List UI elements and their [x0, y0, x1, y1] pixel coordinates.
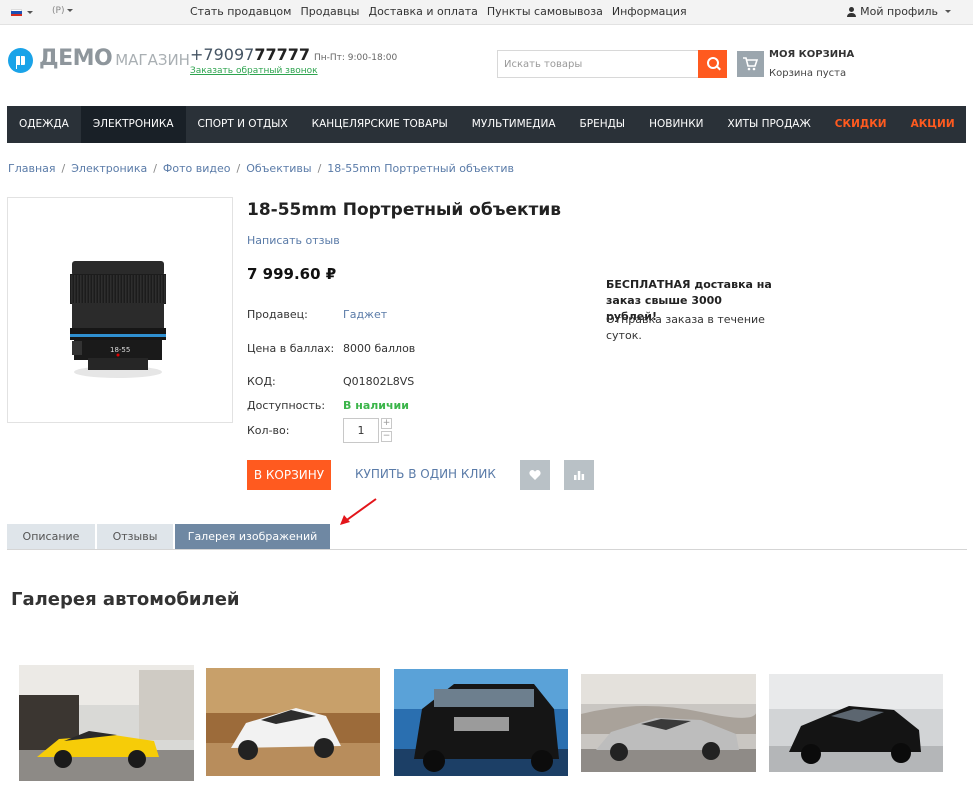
breadcrumb: Главная / Электроника / Фото видео / Объективы… — [8, 162, 514, 175]
logo[interactable]: ДЕМО МАГАЗИН — [39, 46, 190, 71]
phone-bold: 77777 — [254, 45, 310, 64]
top-link-pickup-points[interactable]: Пункты самовывоза — [487, 5, 603, 18]
profile-chevron-down-icon — [945, 10, 951, 13]
cart-title[interactable]: МОЯ КОРЗИНА — [769, 49, 854, 60]
bar-chart-icon — [574, 471, 585, 480]
breadcrumb-lenses[interactable]: Объективы — [246, 162, 311, 175]
product-price: 7 999.60 ₽ — [247, 265, 337, 283]
gallery-image-bmw-white[interactable] — [206, 668, 380, 776]
user-icon — [847, 6, 857, 17]
wishlist-button[interactable] — [520, 460, 550, 490]
points-label: Цена в баллах: — [247, 342, 335, 355]
nav-item-multimedia[interactable]: МУЛЬТИМЕДИА — [460, 106, 568, 143]
white-bmw-image — [206, 668, 380, 776]
lens-image: 18-55 — [70, 261, 166, 378]
top-bar: (Р) Стать продавцом Продавцы Доставка и … — [0, 0, 973, 25]
delivery-note: Отправка заказа в течение суток. — [606, 313, 765, 342]
breadcrumb-current[interactable]: 18-55mm Портретный объектив — [327, 162, 514, 175]
breadcrumb-home[interactable]: Главная — [8, 162, 56, 175]
product-title: 18-55mm Портретный объектив — [247, 200, 562, 220]
tab-reviews[interactable]: Отзывы — [97, 524, 173, 550]
phone-prefix: +79097 — [190, 45, 255, 64]
quantity-input[interactable]: 1 — [343, 418, 379, 443]
compare-button[interactable] — [564, 460, 594, 490]
cart-status: Корзина пуста — [769, 68, 847, 79]
nav-item-bestsellers[interactable]: ХИТЫ ПРОДАЖ — [716, 106, 823, 143]
logo-icon[interactable] — [8, 48, 33, 73]
breadcrumb-separator: / — [236, 162, 241, 175]
top-link-info[interactable]: Информация — [612, 5, 687, 18]
seller-link[interactable]: Гаджет — [343, 308, 387, 321]
logo-sub: МАГАЗИН — [115, 51, 190, 69]
breadcrumb-electronics[interactable]: Электроника — [71, 162, 147, 175]
profile-menu[interactable]: Мой профиль — [847, 5, 951, 18]
tabs-divider — [7, 549, 967, 550]
seller-label: Продавец: — [247, 308, 308, 321]
gallery-image-audi[interactable] — [581, 674, 756, 772]
search-input[interactable] — [498, 51, 698, 77]
breadcrumb-separator: / — [317, 162, 322, 175]
cart-button[interactable] — [737, 51, 764, 77]
quantity-plus-button[interactable]: + — [381, 418, 392, 429]
gallery-image-landcruiser[interactable] — [394, 669, 568, 776]
nav-item-stationery[interactable]: КАНЦЕЛЯРСКИЕ ТОВАРЫ — [300, 106, 460, 143]
buy-one-click-button[interactable]: КУПИТЬ В ОДИН КЛИК — [355, 467, 496, 481]
top-link-become-seller[interactable]: Стать продавцом — [190, 5, 291, 18]
black-suv-image — [394, 669, 568, 776]
cart-icon — [743, 57, 758, 71]
write-review-link[interactable]: Написать отзыв — [247, 234, 340, 247]
language-chevron-down-icon[interactable] — [27, 11, 33, 14]
breadcrumb-separator: / — [61, 162, 66, 175]
add-to-cart-button[interactable]: В КОРЗИНУ — [247, 460, 331, 490]
search-button[interactable] — [698, 50, 727, 78]
black-bmw-image — [769, 674, 943, 772]
red-arrow-annotation — [340, 498, 377, 525]
search-box — [497, 50, 727, 78]
yellow-sportscar-image — [19, 665, 194, 781]
tab-gallery[interactable]: Галерея изображений — [175, 524, 330, 550]
currency-selector[interactable]: (Р) — [52, 6, 74, 16]
work-hours: Пн-Пт: 9:00-18:00 — [313, 53, 398, 63]
gallery-image-lamborghini[interactable] — [19, 665, 194, 781]
heart-icon — [529, 470, 541, 480]
top-link-delivery[interactable]: Доставка и оплата — [368, 5, 477, 18]
currency-label: (Р) — [52, 6, 65, 16]
nav-item-brands[interactable]: БРЕНДЫ — [568, 106, 638, 143]
logo-main: ДЕМО — [39, 46, 113, 71]
availability-value: В наличии — [343, 399, 409, 412]
nav-item-promotions[interactable]: АКЦИИ — [899, 106, 967, 143]
gallery-image-bmw-black[interactable] — [769, 674, 943, 772]
nav-item-clothing[interactable]: ОДЕЖДА — [7, 106, 81, 143]
nav-item-electronics[interactable]: ЭЛЕКТРОНИКА — [80, 106, 186, 143]
nav-item-discounts[interactable]: СКИДКИ — [823, 106, 899, 143]
tab-description[interactable]: Описание — [7, 524, 95, 550]
lens-label: 18-55 — [110, 346, 130, 354]
top-link-sellers[interactable]: Продавцы — [300, 5, 359, 18]
breadcrumb-photo-video[interactable]: Фото видео — [163, 162, 231, 175]
main-nav: ОДЕЖДА ЭЛЕКТРОНИКА СПОРТ И ОТДЫХ КАНЦЕЛЯ… — [7, 106, 966, 143]
currency-chevron-down-icon — [67, 9, 74, 12]
product-image[interactable]: 18-55 — [7, 197, 233, 423]
profile-label: Мой профиль — [860, 5, 938, 18]
nav-item-sport[interactable]: СПОРТ И ОТДЫХ — [186, 106, 300, 143]
nav-item-new[interactable]: НОВИНКИ — [637, 106, 715, 143]
silver-sedan-image — [581, 674, 756, 772]
russia-flag-icon[interactable] — [11, 9, 22, 16]
callback-link[interactable]: Заказать обратный звонок — [190, 66, 318, 76]
quantity-label: Кол-во: — [247, 424, 290, 437]
points-value: 8000 баллов — [343, 342, 416, 355]
phone-number: +7909777777 Пн-Пт: 9:00-18:00 — [190, 45, 397, 64]
code-label: КОД: — [247, 375, 276, 388]
breadcrumb-separator: / — [153, 162, 157, 175]
availability-label: Доступность: — [247, 399, 326, 412]
gallery-title: Галерея автомобилей — [11, 589, 240, 610]
code-value: Q01802L8VS — [343, 375, 415, 388]
top-nav: Стать продавцом Продавцы Доставка и опла… — [190, 5, 696, 18]
quantity-minus-button[interactable]: − — [381, 431, 392, 442]
